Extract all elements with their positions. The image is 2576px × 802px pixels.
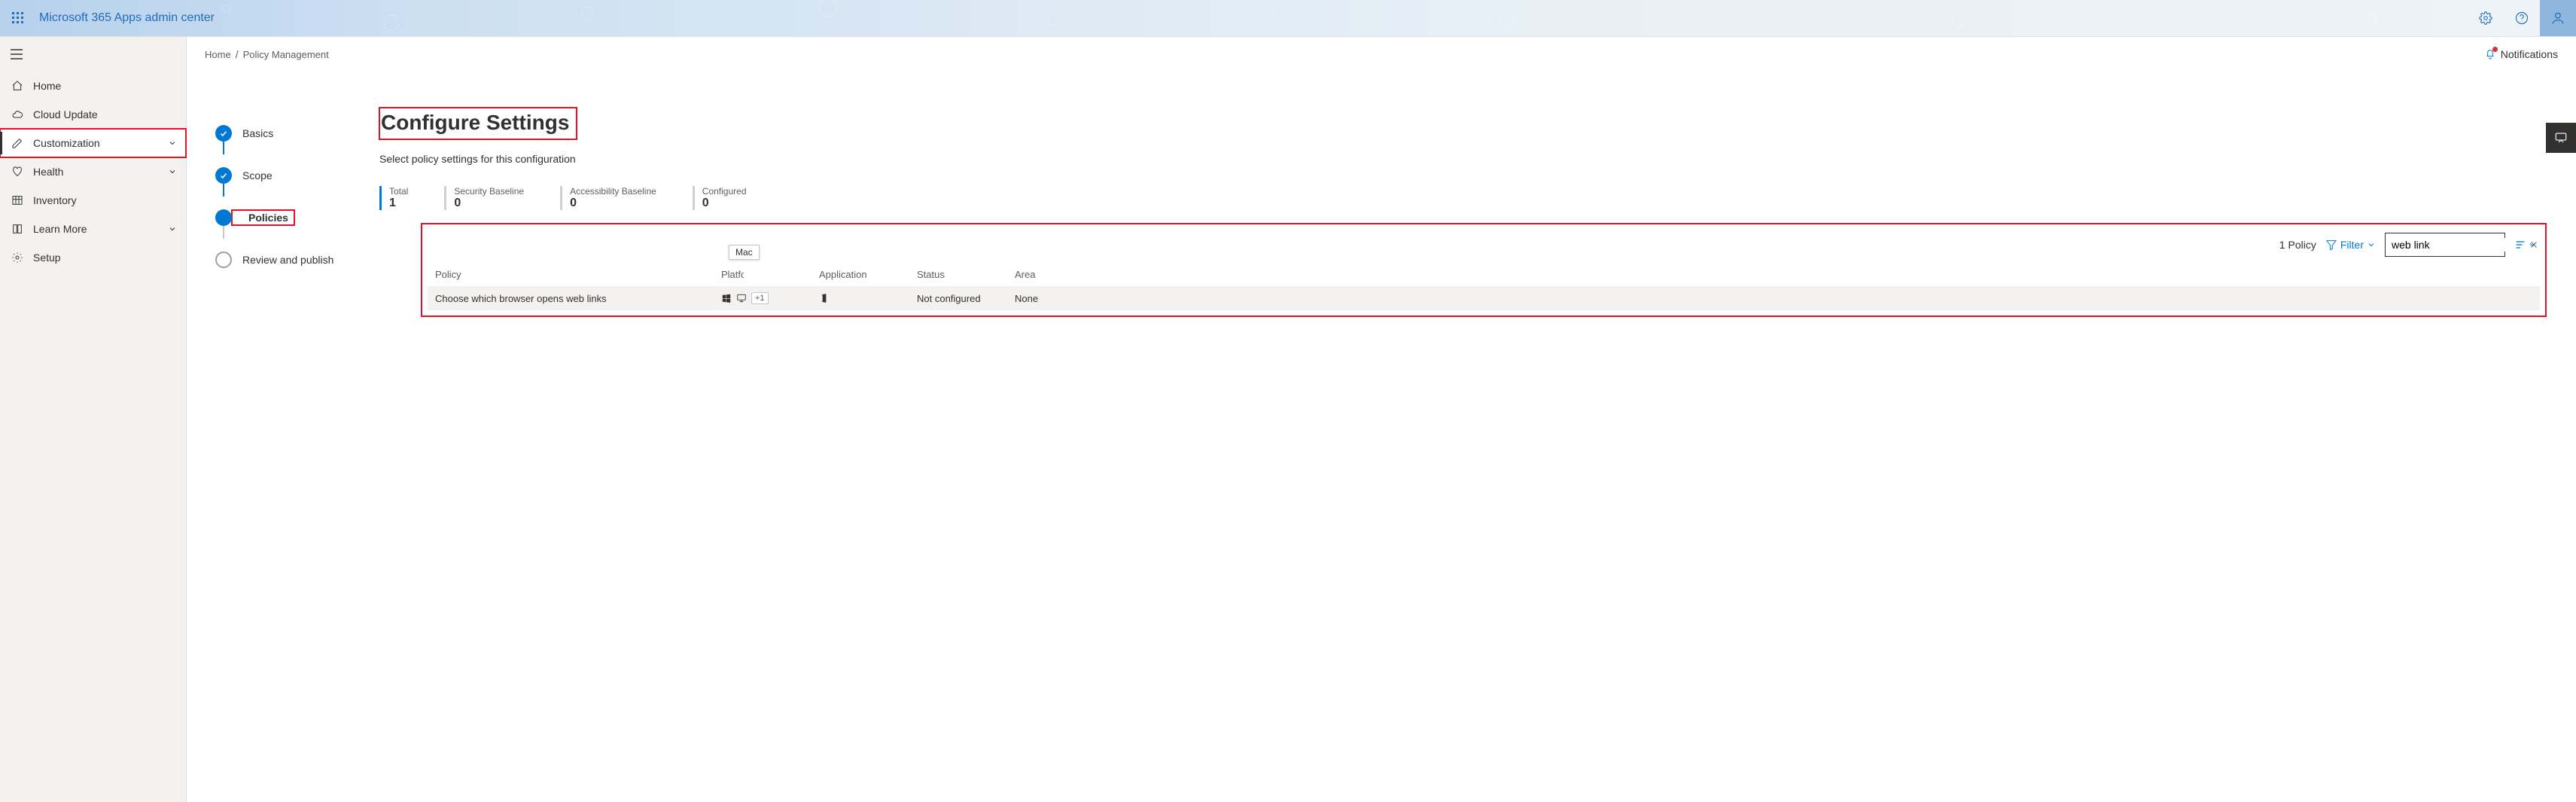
- breadcrumb-item[interactable]: Policy Management: [243, 49, 329, 60]
- metric-security-baseline: Security Baseline 0: [444, 186, 524, 210]
- policy-count: 1 Policy: [2279, 239, 2316, 251]
- sidebar-item-label: Inventory: [33, 194, 77, 206]
- cloud-icon: [9, 108, 26, 120]
- wizard-stepper: Basics Scope Policies: [187, 72, 367, 802]
- health-icon: [9, 166, 26, 178]
- sidebar-item-learn-more[interactable]: Learn More: [0, 215, 186, 243]
- filter-label: Filter: [2340, 239, 2364, 251]
- header-actions: [2468, 0, 2576, 36]
- metric-label: Configured: [702, 186, 747, 197]
- metric-accessibility-baseline: Accessibility Baseline 0: [560, 186, 656, 210]
- search-input-wrapper: [2385, 233, 2505, 257]
- monitor-icon: [736, 293, 747, 303]
- table-header: Policy Platform Application Status Area: [428, 263, 2540, 286]
- chevron-down-icon: [2528, 240, 2537, 249]
- page-subtitle: Select policy settings for this configur…: [379, 153, 2546, 165]
- sidebar-item-label: Customization: [33, 137, 100, 149]
- sidebar-item-home[interactable]: Home: [0, 72, 186, 100]
- help-button[interactable]: [2504, 0, 2540, 36]
- step-label: Scope: [242, 169, 273, 181]
- metric-value: 0: [702, 197, 747, 210]
- step-policies[interactable]: Policies: [215, 197, 367, 239]
- col-platform[interactable]: Platform: [721, 269, 744, 280]
- check-icon: [215, 167, 232, 184]
- step-scope[interactable]: Scope: [215, 154, 367, 197]
- cell-application: [819, 293, 917, 303]
- col-application[interactable]: Application: [819, 269, 917, 280]
- metric-value: 1: [389, 197, 408, 210]
- step-label: Review and publish: [242, 254, 333, 266]
- cell-platform: +1: [721, 292, 819, 304]
- inventory-icon: [9, 194, 26, 206]
- office-icon: [819, 293, 917, 303]
- chevron-down-icon: [168, 167, 177, 176]
- sidebar-item-label: Home: [33, 80, 61, 92]
- col-area[interactable]: Area: [1015, 269, 2532, 280]
- policy-table-area: 1 Policy Filter: [422, 224, 2546, 316]
- breadcrumb-item[interactable]: Home: [205, 49, 231, 60]
- metric-label: Security Baseline: [454, 186, 524, 197]
- table-row[interactable]: Choose which browser opens web links +1 …: [428, 286, 2540, 310]
- list-options-button[interactable]: [2514, 239, 2537, 251]
- settings-button[interactable]: [2468, 0, 2504, 36]
- sidebar: Home Cloud Update Customization Health I…: [0, 37, 187, 802]
- step-label: Basics: [242, 127, 273, 139]
- home-icon: [9, 80, 26, 92]
- step-basics[interactable]: Basics: [215, 112, 367, 154]
- notifications-button[interactable]: Notifications: [2484, 48, 2558, 60]
- sidebar-item-setup[interactable]: Setup: [0, 243, 186, 272]
- sidebar-item-label: Setup: [33, 252, 61, 264]
- col-status[interactable]: Status: [917, 269, 1015, 280]
- sidebar-item-label: Cloud Update: [33, 108, 98, 120]
- policy-table: Policy Platform Application Status Area …: [428, 263, 2540, 310]
- breadcrumb-separator: /: [236, 48, 239, 60]
- sidebar-item-inventory[interactable]: Inventory: [0, 186, 186, 215]
- account-button[interactable]: [2540, 0, 2576, 36]
- sidebar-item-cloud-update[interactable]: Cloud Update: [0, 100, 186, 129]
- metric-label: Accessibility Baseline: [570, 186, 656, 197]
- windows-icon: [721, 293, 732, 303]
- step-review-publish[interactable]: Review and publish: [215, 239, 367, 281]
- cell-area: None: [1015, 293, 2532, 304]
- cell-policy: Choose which browser opens web links: [435, 293, 721, 304]
- sidebar-item-customization[interactable]: Customization: [0, 129, 186, 157]
- feedback-button[interactable]: [2546, 123, 2576, 153]
- app-launcher-button[interactable]: [0, 0, 36, 36]
- pending-step-icon: [215, 252, 232, 268]
- main-panel: Configure Settings Select policy setting…: [367, 72, 2576, 802]
- filter-button[interactable]: Filter: [2325, 239, 2376, 251]
- learn-icon: [9, 223, 26, 235]
- chevron-down-icon: [168, 224, 177, 233]
- metric-value: 0: [454, 197, 524, 210]
- cell-status: Not configured: [917, 293, 1015, 304]
- search-input[interactable]: [2390, 238, 2529, 252]
- snowflake-decoration: [0, 0, 2576, 36]
- sidebar-item-label: Health: [33, 166, 63, 178]
- check-icon: [215, 125, 232, 142]
- platform-more-badge[interactable]: +1: [751, 292, 769, 304]
- top-header: Microsoft 365 Apps admin center: [0, 0, 2576, 36]
- metric-total: Total 1: [379, 186, 408, 210]
- metric-label: Total: [389, 186, 408, 197]
- notifications-label: Notifications: [2501, 48, 2558, 60]
- bell-icon: [2484, 48, 2496, 60]
- current-step-icon: [215, 209, 232, 226]
- chevron-down-icon: [168, 139, 177, 148]
- page-title: Configure Settings: [379, 108, 577, 139]
- edit-icon: [9, 137, 26, 149]
- gear-icon: [9, 252, 26, 264]
- breadcrumb: Home / Policy Management Notifications: [187, 37, 2576, 72]
- sidebar-item-label: Learn More: [33, 223, 87, 235]
- col-policy[interactable]: Policy: [435, 269, 721, 280]
- sidebar-item-health[interactable]: Health: [0, 157, 186, 186]
- metrics-bar: Total 1 Security Baseline 0 Accessibilit…: [379, 186, 2546, 210]
- app-title: Microsoft 365 Apps admin center: [39, 11, 215, 25]
- nav-toggle[interactable]: [0, 37, 186, 72]
- chevron-down-icon: [2367, 240, 2376, 249]
- step-label: Policies: [248, 212, 288, 224]
- metric-configured: Configured 0: [693, 186, 747, 210]
- platform-tooltip: Mac: [729, 245, 760, 260]
- metric-value: 0: [570, 197, 656, 210]
